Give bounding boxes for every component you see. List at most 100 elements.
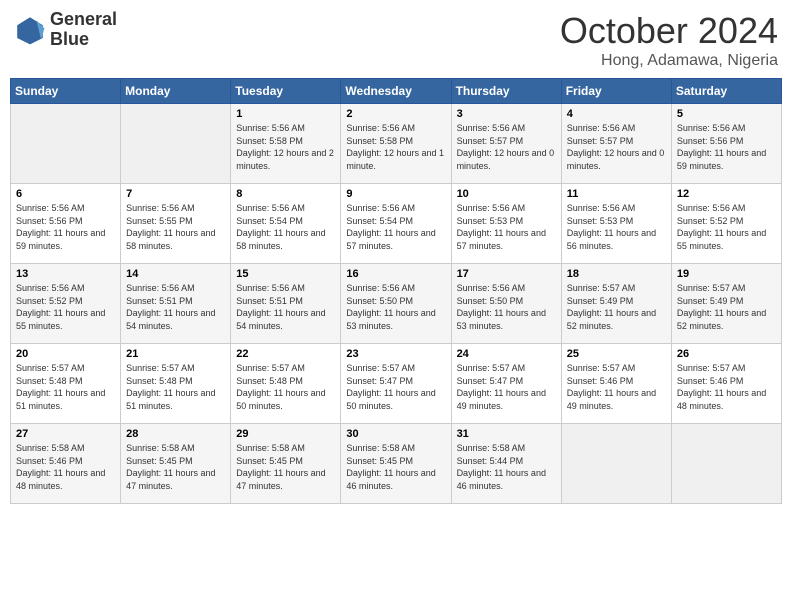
day-number: 16 <box>346 268 445 280</box>
day-header-friday: Friday <box>561 79 671 104</box>
day-header-sunday: Sunday <box>11 79 121 104</box>
day-info: Sunrise: 5:56 AM Sunset: 5:56 PM Dayligh… <box>677 122 776 172</box>
day-cell: 10 Sunrise: 5:56 AM Sunset: 5:53 PM Dayli… <box>451 184 561 264</box>
day-cell: 21 Sunrise: 5:57 AM Sunset: 5:48 PM Dayli… <box>121 344 231 424</box>
day-header-wednesday: Wednesday <box>341 79 451 104</box>
day-info: Sunrise: 5:56 AM Sunset: 5:56 PM Dayligh… <box>16 202 115 252</box>
day-number: 11 <box>567 188 666 200</box>
day-number: 7 <box>126 188 225 200</box>
day-info: Sunrise: 5:57 AM Sunset: 5:48 PM Dayligh… <box>16 362 115 412</box>
day-header-tuesday: Tuesday <box>231 79 341 104</box>
logo-icon <box>14 14 46 46</box>
day-cell: 9Sunrise: 5:56 AM Sunset: 5:54 PM Daylig… <box>341 184 451 264</box>
day-info: Sunrise: 5:58 AM Sunset: 5:44 PM Dayligh… <box>457 442 556 492</box>
day-info: Sunrise: 5:56 AM Sunset: 5:55 PM Dayligh… <box>126 202 225 252</box>
day-info: Sunrise: 5:57 AM Sunset: 5:49 PM Dayligh… <box>677 282 776 332</box>
week-row-3: 13 Sunrise: 5:56 AM Sunset: 5:52 PM Dayli… <box>11 264 782 344</box>
day-number: 19 <box>677 268 776 280</box>
day-number: 22 <box>236 348 335 360</box>
day-cell: 16 Sunrise: 5:56 AM Sunset: 5:50 PM Dayli… <box>341 264 451 344</box>
day-info: Sunrise: 5:56 AM Sunset: 5:51 PM Dayligh… <box>236 282 335 332</box>
day-info: Sunrise: 5:57 AM Sunset: 5:47 PM Dayligh… <box>457 362 556 412</box>
day-number: 21 <box>126 348 225 360</box>
day-cell: 12 Sunrise: 5:56 AM Sunset: 5:52 PM Dayli… <box>671 184 781 264</box>
day-info: Sunrise: 5:56 AM Sunset: 5:53 PM Dayligh… <box>567 202 666 252</box>
day-info: Sunrise: 5:56 AM Sunset: 5:57 PM Dayligh… <box>457 122 556 172</box>
day-number: 10 <box>457 188 556 200</box>
day-cell: 20 Sunrise: 5:57 AM Sunset: 5:48 PM Dayli… <box>11 344 121 424</box>
day-number: 25 <box>567 348 666 360</box>
day-number: 18 <box>567 268 666 280</box>
day-info: Sunrise: 5:56 AM Sunset: 5:53 PM Dayligh… <box>457 202 556 252</box>
day-header-thursday: Thursday <box>451 79 561 104</box>
title-block: October 2024 Hong, Adamawa, Nigeria <box>560 10 778 70</box>
week-row-4: 20 Sunrise: 5:57 AM Sunset: 5:48 PM Dayli… <box>11 344 782 424</box>
day-cell: 1 Sunrise: 5:56 AM Sunset: 5:58 PM Daylig… <box>231 104 341 184</box>
day-number: 12 <box>677 188 776 200</box>
day-cell: 14Sunrise: 5:56 AM Sunset: 5:51 PM Dayli… <box>121 264 231 344</box>
day-number: 26 <box>677 348 776 360</box>
day-info: Sunrise: 5:56 AM Sunset: 5:52 PM Dayligh… <box>16 282 115 332</box>
day-info: Sunrise: 5:57 AM Sunset: 5:48 PM Dayligh… <box>126 362 225 412</box>
day-cell <box>121 104 231 184</box>
day-info: Sunrise: 5:58 AM Sunset: 5:45 PM Dayligh… <box>346 442 445 492</box>
day-header-monday: Monday <box>121 79 231 104</box>
day-number: 23 <box>346 348 445 360</box>
day-cell: 11 Sunrise: 5:56 AM Sunset: 5:53 PM Dayli… <box>561 184 671 264</box>
day-number: 14 <box>126 268 225 280</box>
calendar-table: SundayMondayTuesdayWednesdayThursdayFrid… <box>10 78 782 504</box>
day-number: 29 <box>236 428 335 440</box>
day-number: 1 <box>236 108 335 120</box>
day-info: Sunrise: 5:56 AM Sunset: 5:58 PM Dayligh… <box>236 122 335 172</box>
day-cell: 29 Sunrise: 5:58 AM Sunset: 5:45 PM Dayli… <box>231 424 341 504</box>
day-info: Sunrise: 5:57 AM Sunset: 5:47 PM Dayligh… <box>346 362 445 412</box>
day-cell: 13 Sunrise: 5:56 AM Sunset: 5:52 PM Dayli… <box>11 264 121 344</box>
day-cell: 24 Sunrise: 5:57 AM Sunset: 5:47 PM Dayli… <box>451 344 561 424</box>
logo-text: General Blue <box>50 10 117 50</box>
day-number: 27 <box>16 428 115 440</box>
day-cell: 8 Sunrise: 5:56 AM Sunset: 5:54 PM Daylig… <box>231 184 341 264</box>
day-cell: 7 Sunrise: 5:56 AM Sunset: 5:55 PM Daylig… <box>121 184 231 264</box>
day-number: 30 <box>346 428 445 440</box>
week-row-5: 27 Sunrise: 5:58 AM Sunset: 5:46 PM Dayli… <box>11 424 782 504</box>
day-cell: 3Sunrise: 5:56 AM Sunset: 5:57 PM Daylig… <box>451 104 561 184</box>
day-cell <box>671 424 781 504</box>
day-info: Sunrise: 5:57 AM Sunset: 5:46 PM Dayligh… <box>567 362 666 412</box>
day-cell: 19 Sunrise: 5:57 AM Sunset: 5:49 PM Dayli… <box>671 264 781 344</box>
day-cell: 18 Sunrise: 5:57 AM Sunset: 5:49 PM Dayli… <box>561 264 671 344</box>
day-number: 28 <box>126 428 225 440</box>
day-number: 2 <box>346 108 445 120</box>
day-cell: 22 Sunrise: 5:57 AM Sunset: 5:48 PM Dayli… <box>231 344 341 424</box>
day-info: Sunrise: 5:57 AM Sunset: 5:48 PM Dayligh… <box>236 362 335 412</box>
day-info: Sunrise: 5:58 AM Sunset: 5:45 PM Dayligh… <box>126 442 225 492</box>
day-info: Sunrise: 5:56 AM Sunset: 5:50 PM Dayligh… <box>457 282 556 332</box>
day-cell: 25 Sunrise: 5:57 AM Sunset: 5:46 PM Dayli… <box>561 344 671 424</box>
location: Hong, Adamawa, Nigeria <box>560 52 778 70</box>
day-info: Sunrise: 5:58 AM Sunset: 5:45 PM Dayligh… <box>236 442 335 492</box>
day-cell: 5Sunrise: 5:56 AM Sunset: 5:56 PM Daylig… <box>671 104 781 184</box>
day-info: Sunrise: 5:56 AM Sunset: 5:54 PM Dayligh… <box>236 202 335 252</box>
day-cell: 15Sunrise: 5:56 AM Sunset: 5:51 PM Dayli… <box>231 264 341 344</box>
day-info: Sunrise: 5:56 AM Sunset: 5:52 PM Dayligh… <box>677 202 776 252</box>
day-number: 17 <box>457 268 556 280</box>
day-number: 9 <box>346 188 445 200</box>
week-row-1: 1 Sunrise: 5:56 AM Sunset: 5:58 PM Daylig… <box>11 104 782 184</box>
day-header-saturday: Saturday <box>671 79 781 104</box>
page-header: General Blue October 2024 Hong, Adamawa,… <box>10 10 782 70</box>
day-info: Sunrise: 5:56 AM Sunset: 5:58 PM Dayligh… <box>346 122 445 172</box>
logo: General Blue <box>14 10 117 50</box>
day-cell: 2 Sunrise: 5:56 AM Sunset: 5:58 PM Daylig… <box>341 104 451 184</box>
week-row-2: 6Sunrise: 5:56 AM Sunset: 5:56 PM Daylig… <box>11 184 782 264</box>
day-cell: 27 Sunrise: 5:58 AM Sunset: 5:46 PM Dayli… <box>11 424 121 504</box>
day-info: Sunrise: 5:57 AM Sunset: 5:49 PM Dayligh… <box>567 282 666 332</box>
day-number: 13 <box>16 268 115 280</box>
day-number: 8 <box>236 188 335 200</box>
day-number: 24 <box>457 348 556 360</box>
day-cell: 4Sunrise: 5:56 AM Sunset: 5:57 PM Daylig… <box>561 104 671 184</box>
day-info: Sunrise: 5:57 AM Sunset: 5:46 PM Dayligh… <box>677 362 776 412</box>
day-info: Sunrise: 5:58 AM Sunset: 5:46 PM Dayligh… <box>16 442 115 492</box>
day-number: 20 <box>16 348 115 360</box>
month-title: October 2024 <box>560 10 778 52</box>
day-info: Sunrise: 5:56 AM Sunset: 5:50 PM Dayligh… <box>346 282 445 332</box>
day-cell: 30 Sunrise: 5:58 AM Sunset: 5:45 PM Dayli… <box>341 424 451 504</box>
